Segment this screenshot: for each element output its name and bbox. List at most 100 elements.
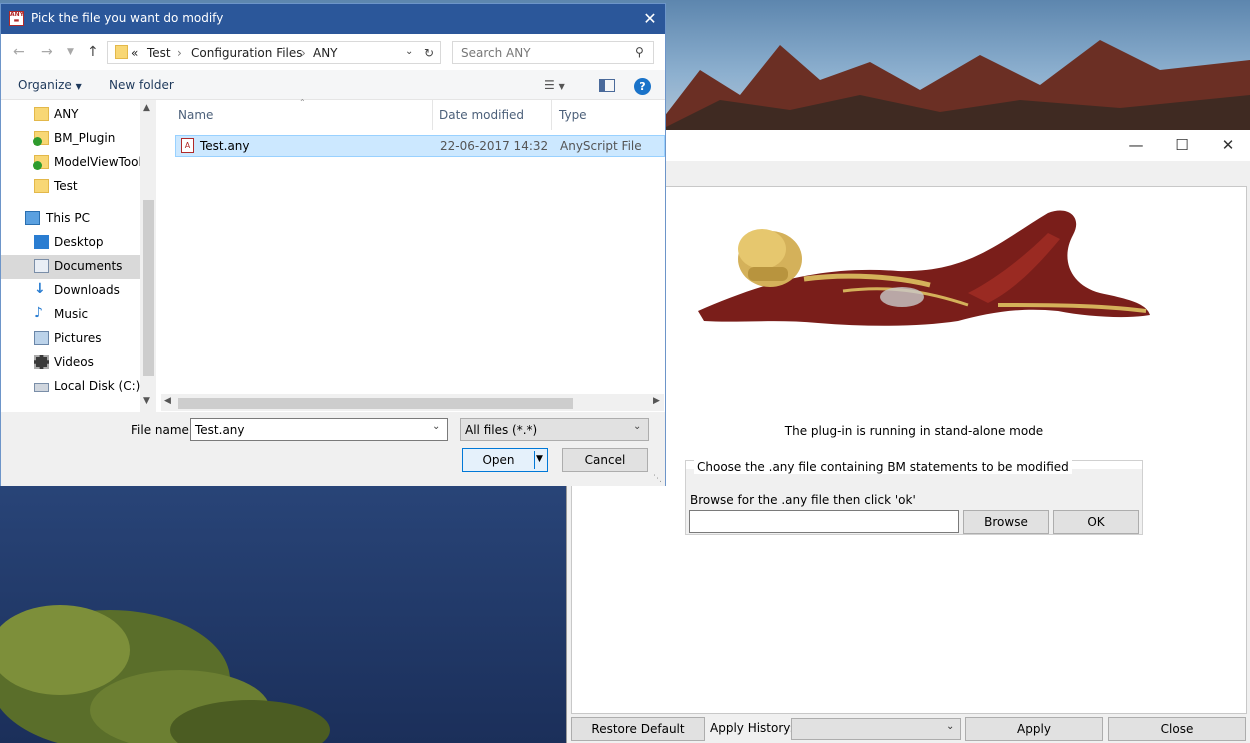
maximize-icon[interactable]: ☐	[1159, 130, 1205, 161]
nav-item-label: Downloads	[54, 283, 120, 297]
column-header-date[interactable]: Date modified	[439, 108, 524, 122]
close-icon[interactable]: ✕	[1205, 130, 1250, 161]
up-arrow-icon[interactable]: ↑	[87, 44, 99, 60]
apply-history-dropdown[interactable]: ⌄	[791, 718, 961, 740]
nav-item-label: Music	[54, 307, 89, 321]
apply-button[interactable]: Apply	[965, 717, 1103, 741]
file-name-label: File name:	[131, 423, 193, 437]
nav-item-label: Test	[54, 179, 78, 193]
nav-scrollbar-thumb[interactable]	[143, 200, 154, 376]
documents-icon	[34, 259, 49, 273]
search-box[interactable]: Search ANY ⚲	[452, 41, 654, 64]
organize-menu[interactable]: Organize ▼	[18, 78, 82, 92]
nav-item-pictures[interactable]: Pictures	[1, 327, 141, 351]
chevron-down-icon[interactable]: ⌄	[405, 46, 413, 57]
scroll-down-icon[interactable]: ▼	[143, 396, 150, 406]
browse-button[interactable]: Browse	[963, 510, 1049, 534]
plugin-panel: The plug-in is running in stand-alone mo…	[571, 186, 1247, 714]
breadcrumb-item[interactable]: Test	[147, 46, 171, 60]
nav-item-label: Documents	[54, 259, 123, 273]
nav-item-label: Videos	[54, 355, 94, 369]
minimize-icon[interactable]: —	[1113, 130, 1159, 161]
new-folder-button[interactable]: New folder	[109, 78, 174, 92]
status-text: The plug-in is running in stand-alone mo…	[784, 424, 1044, 438]
file-row-selected[interactable]: A Test.any 22-06-2017 14:32 AnyScript Fi…	[175, 135, 665, 157]
view-options-icon[interactable]: ☰ ▼	[544, 78, 565, 92]
plugin-titlebar: — ☐ ✕	[567, 130, 1250, 161]
breadcrumb-item[interactable]: Configuration Files	[191, 46, 303, 60]
desktop-tree	[0, 560, 340, 743]
nav-item-local-disk[interactable]: Local Disk (C:)	[1, 375, 141, 399]
apply-history-label: Apply History:	[710, 721, 794, 735]
skeleton-model-image	[698, 210, 1150, 326]
open-options-chevron-icon[interactable]: ▼	[536, 454, 543, 464]
nav-item-label: Desktop	[54, 235, 104, 249]
column-divider[interactable]	[432, 100, 433, 130]
help-icon[interactable]: ?	[634, 78, 651, 95]
scroll-left-icon[interactable]: ◀	[164, 396, 171, 406]
chevron-down-icon[interactable]: ⌄	[432, 421, 440, 432]
nav-item-videos[interactable]: Videos	[1, 351, 141, 375]
preview-pane-icon[interactable]	[599, 79, 615, 92]
refresh-icon[interactable]: ↻	[424, 46, 434, 60]
nav-item-any[interactable]: ANY	[1, 103, 141, 127]
nav-item-bm-plugin[interactable]: BM_Plugin	[1, 127, 141, 151]
chevron-down-icon: ▼	[75, 82, 82, 91]
nav-item-music[interactable]: ♪ Music	[1, 303, 141, 327]
file-type-filter[interactable]: All files (*.*) ⌄	[460, 418, 649, 441]
nav-item-documents[interactable]: Documents	[1, 255, 141, 279]
file-name-input[interactable]: Test.any ⌄	[190, 418, 448, 441]
breadcrumb-overflow[interactable]: «	[131, 46, 138, 60]
column-header-name[interactable]: Name	[178, 108, 213, 122]
file-list-hscrollbar-thumb[interactable]	[178, 398, 573, 409]
open-button[interactable]: Open ▼	[462, 448, 548, 472]
forward-arrow-icon[interactable]: →	[41, 44, 53, 60]
back-arrow-icon[interactable]: ←	[13, 44, 25, 60]
anyscript-file-icon: A	[181, 138, 194, 153]
plugin-footer: Restore Default Values Apply History: ⌄ …	[567, 716, 1250, 743]
breadcrumb-item[interactable]: ANY	[313, 46, 338, 60]
nav-item-this-pc[interactable]: This PC	[1, 207, 141, 231]
navigation-pane: ANY BM_Plugin ModelViewToolb Test This P…	[1, 100, 156, 412]
scroll-right-icon[interactable]: ▶	[653, 396, 660, 406]
nav-item-label: ModelViewToolb	[54, 155, 150, 169]
column-header-type[interactable]: Type	[559, 108, 587, 122]
dialog-title: Pick the file you want do modify	[31, 11, 224, 25]
dialog-close-icon[interactable]: ✕	[635, 4, 665, 34]
search-placeholder: Search ANY	[461, 46, 531, 60]
nav-item-desktop[interactable]: Desktop	[1, 231, 141, 255]
music-icon: ♪	[34, 305, 43, 321]
address-bar[interactable]: « Test › Configuration Files › ANY ⌄ ↻	[107, 41, 441, 64]
app-icon: ANY ▬	[9, 11, 25, 26]
disk-icon	[34, 383, 49, 392]
file-date: 22-06-2017 14:32	[440, 139, 549, 153]
computer-icon	[25, 211, 40, 225]
recent-chevron-icon[interactable]: ▼	[67, 47, 74, 57]
nav-item-label: Pictures	[54, 331, 102, 345]
sort-indicator-icon: ⌃	[299, 98, 306, 107]
file-name-value: Test.any	[195, 423, 245, 437]
file-groupbox: Choose the .any file containing BM state…	[685, 460, 1143, 535]
browse-label: Browse for the .any file then click 'ok'	[690, 493, 916, 507]
nav-item-modelviewtoolbar[interactable]: ModelViewToolb	[1, 151, 149, 175]
file-list: Name ⌃ Date modified Type A Test.any 22-…	[158, 98, 665, 412]
nav-item-label: Local Disk (C:)	[54, 379, 141, 393]
open-button-label: Open	[482, 453, 515, 467]
pictures-icon	[34, 331, 49, 345]
cancel-button[interactable]: Cancel	[562, 448, 648, 472]
column-divider[interactable]	[551, 100, 552, 130]
scroll-up-icon[interactable]: ▲	[143, 103, 150, 113]
nav-item-test[interactable]: Test	[1, 175, 141, 199]
nav-item-downloads[interactable]: ↓ Downloads	[1, 279, 141, 303]
close-button[interactable]: Close	[1108, 717, 1246, 741]
resize-grip-icon[interactable]: ⋱	[653, 474, 662, 484]
plugin-window: — ☐ ✕ The plug-in is running in stand-al…	[566, 130, 1250, 743]
nav-item-label: ANY	[54, 107, 79, 121]
file-name: Test.any	[200, 139, 250, 153]
breadcrumb-separator-icon: ›	[301, 46, 306, 60]
nav-item-label: This PC	[46, 211, 90, 225]
ok-button[interactable]: OK	[1053, 510, 1139, 534]
restore-defaults-button[interactable]: Restore Default Values	[571, 717, 705, 741]
chevron-down-icon: ⌄	[633, 421, 642, 432]
file-path-input[interactable]	[689, 510, 959, 533]
